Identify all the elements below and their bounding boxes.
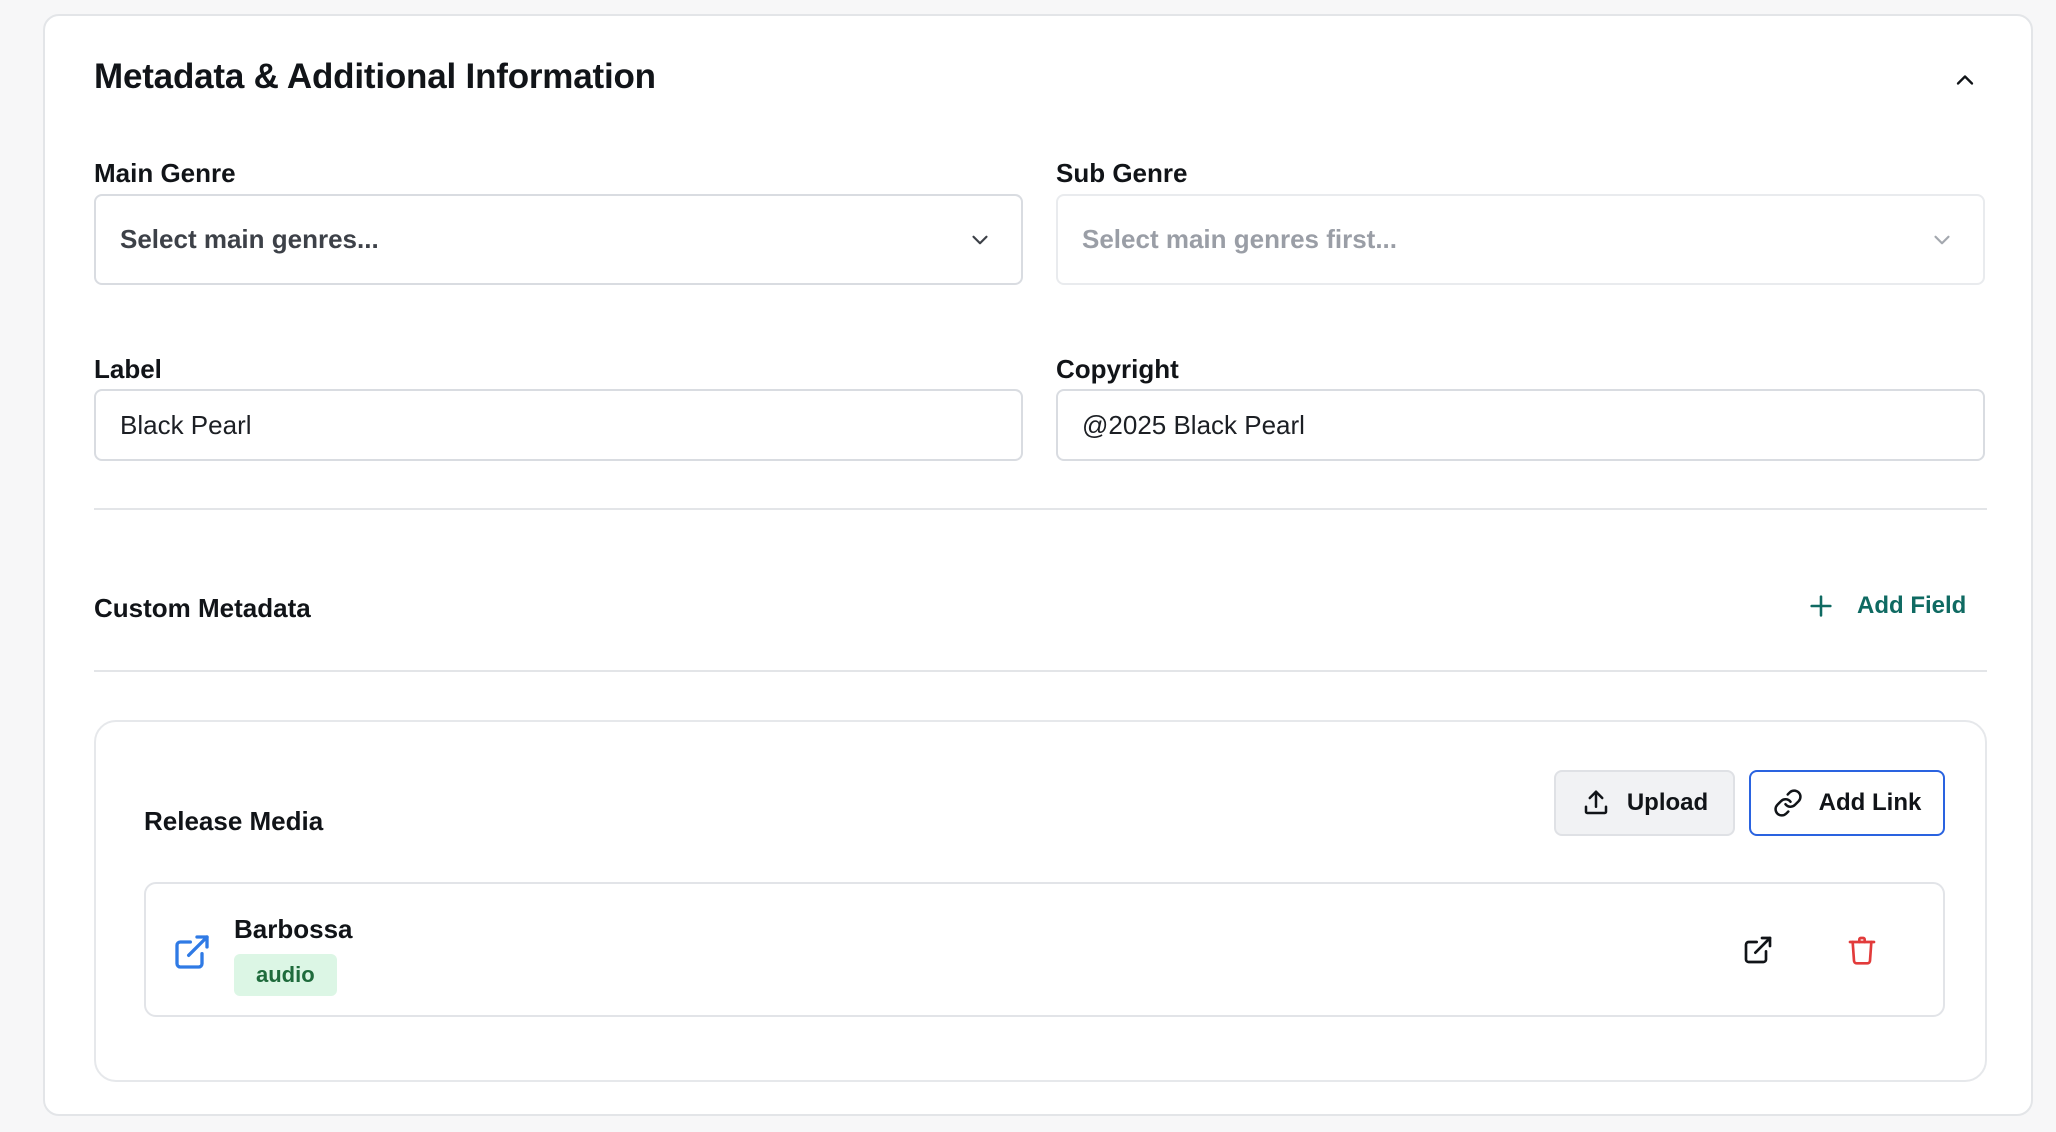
- main-genre-placeholder: Select main genres...: [120, 224, 379, 254]
- add-link-label: Add Link: [1818, 789, 1922, 816]
- chevron-down-icon: [967, 227, 993, 253]
- upload-button[interactable]: Upload: [1554, 770, 1735, 836]
- label-input[interactable]: Black Pearl: [94, 389, 1023, 461]
- collapse-button[interactable]: [1945, 60, 1985, 100]
- plus-icon: [1810, 595, 1832, 617]
- upload-label: Upload: [1626, 789, 1709, 816]
- upload-icon: [1584, 790, 1608, 815]
- media-item-name: Barbossa: [234, 914, 353, 944]
- main-genre-select[interactable]: Select main genres...: [94, 194, 1023, 285]
- add-field-label: Add Field: [1857, 592, 1967, 619]
- chevron-down-icon: [1929, 227, 1955, 253]
- divider: [94, 670, 1987, 672]
- copyright-input[interactable]: @2025 Black Pearl: [1056, 389, 1985, 461]
- link-icon: [1774, 789, 1802, 817]
- main-genre-label: Main Genre: [94, 158, 236, 188]
- media-list-item: Barbossa audio: [144, 882, 1945, 1017]
- add-link-button[interactable]: Add Link: [1749, 770, 1945, 836]
- sub-genre-select[interactable]: Select main genres first...: [1056, 194, 1985, 285]
- add-field-button[interactable]: Add Field: [1803, 578, 1970, 634]
- external-link-icon: [1744, 936, 1772, 964]
- metadata-section-card: Metadata & Additional Information Main G…: [43, 14, 2033, 1116]
- sub-genre-label: Sub Genre: [1056, 158, 1188, 188]
- custom-metadata-title: Custom Metadata: [94, 593, 311, 623]
- open-media-button[interactable]: [1738, 930, 1778, 970]
- release-media-title: Release Media: [144, 806, 324, 836]
- label-field-label: Label: [94, 354, 162, 384]
- external-link-icon: [172, 932, 212, 972]
- trash-icon: [1848, 936, 1876, 965]
- chevron-up-icon: [1956, 75, 1974, 85]
- divider: [94, 508, 1987, 510]
- sub-genre-placeholder: Select main genres first...: [1082, 224, 1398, 254]
- media-type-badge: audio: [234, 954, 337, 996]
- copyright-field-label: Copyright: [1056, 354, 1179, 384]
- label-input-value: Black Pearl: [120, 409, 252, 440]
- copyright-input-value: @2025 Black Pearl: [1082, 409, 1305, 440]
- section-title: Metadata & Additional Information: [94, 57, 656, 96]
- release-media-card: Release Media Upload Add Link Barbossa a…: [94, 720, 1987, 1082]
- delete-media-button[interactable]: [1842, 930, 1882, 970]
